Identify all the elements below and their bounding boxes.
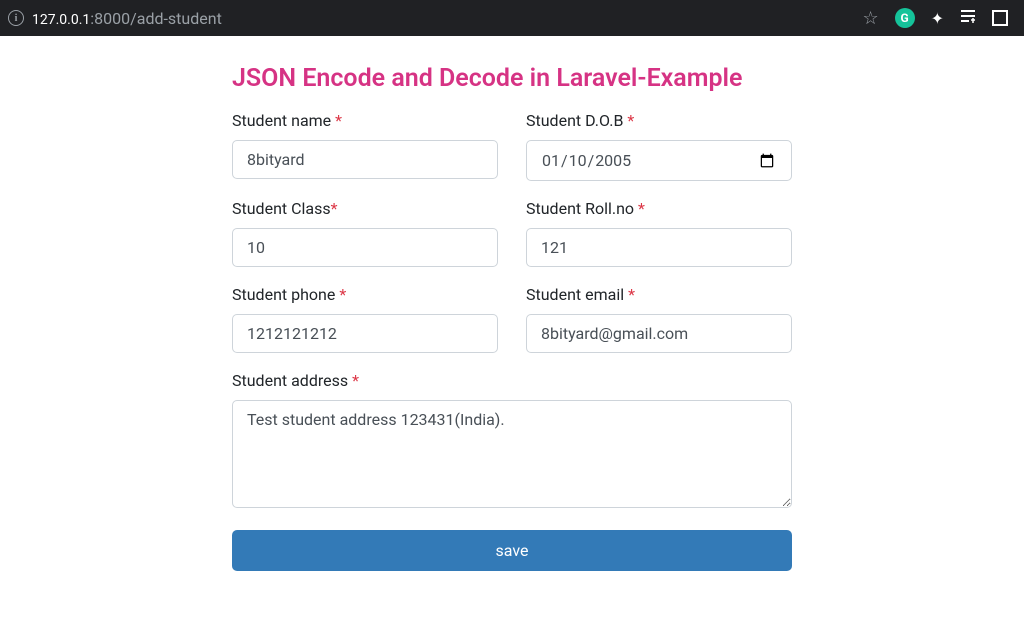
form-group-name: Student name * [232, 111, 498, 181]
form-row: Student phone * Student email * [232, 285, 792, 353]
browser-address-bar: i 127.0.0.1:8000/add-student ☆ G ✦ [0, 0, 1024, 36]
address-textarea[interactable] [232, 400, 792, 508]
form-group-class: Student Class* [232, 199, 498, 267]
email-label: Student email * [526, 285, 792, 304]
form-group-email: Student email * [526, 285, 792, 353]
required-asterisk: * [339, 285, 346, 304]
class-input[interactable] [232, 228, 498, 267]
tab-overview-icon[interactable] [992, 10, 1008, 26]
required-asterisk: * [335, 111, 342, 130]
email-input[interactable] [526, 314, 792, 353]
class-label: Student Class* [232, 199, 498, 218]
dob-input[interactable] [526, 140, 792, 181]
page-content: JSON Encode and Decode in Laravel-Exampl… [0, 36, 1024, 599]
rollno-input[interactable] [526, 228, 792, 267]
url-host: 127.0.0.1 [32, 12, 90, 28]
form-group-dob: Student D.O.B * [526, 111, 792, 181]
form-row: Student name * Student D.O.B * [232, 111, 792, 181]
form-group-address: Student address * [232, 371, 792, 512]
required-asterisk: * [331, 199, 338, 218]
browser-actions: ☆ G ✦ [862, 8, 1016, 29]
form-group-phone: Student phone * [232, 285, 498, 353]
name-label: Student name * [232, 111, 498, 130]
name-input[interactable] [232, 140, 498, 179]
form-container: JSON Encode and Decode in Laravel-Exampl… [232, 64, 792, 571]
grammarly-icon[interactable]: G [895, 8, 915, 28]
required-asterisk: * [628, 285, 635, 304]
save-button[interactable]: save [232, 530, 792, 571]
form-group-rollno: Student Roll.no * [526, 199, 792, 267]
reading-list-icon[interactable] [960, 8, 976, 28]
form-row: Student Class* Student Roll.no * [232, 199, 792, 267]
required-asterisk: * [352, 371, 359, 390]
address-label: Student address * [232, 371, 792, 390]
rollno-label: Student Roll.no * [526, 199, 792, 218]
phone-input[interactable] [232, 314, 498, 353]
url-path: /add-student [130, 9, 222, 28]
bookmark-star-icon[interactable]: ☆ [862, 8, 878, 29]
extensions-icon[interactable]: ✦ [931, 9, 944, 28]
dob-label: Student D.O.B * [526, 111, 792, 130]
url-port: :8000 [90, 9, 130, 28]
info-icon[interactable]: i [8, 10, 24, 26]
required-asterisk: * [638, 199, 645, 218]
url-text[interactable]: 127.0.0.1:8000/add-student [32, 9, 222, 28]
page-title: JSON Encode and Decode in Laravel-Exampl… [232, 64, 792, 93]
required-asterisk: * [627, 111, 634, 130]
url-section: i 127.0.0.1:8000/add-student [8, 9, 854, 28]
phone-label: Student phone * [232, 285, 498, 304]
form-row: Student address * [232, 371, 792, 512]
